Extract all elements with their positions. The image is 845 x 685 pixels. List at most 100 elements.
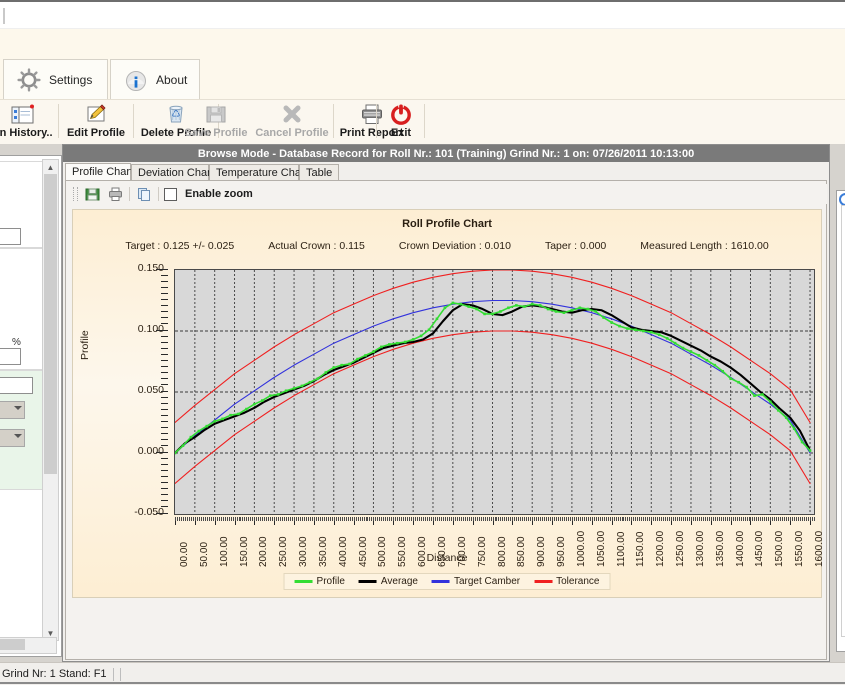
left-panel-horizontal-scrollbar[interactable] (0, 637, 57, 654)
x-axis-minor-tick (366, 517, 367, 521)
x-axis-minor-tick (804, 517, 805, 521)
x-axis-minor-tick (625, 517, 626, 521)
tab-table-label: Table (306, 167, 332, 179)
x-axis-minor-tick (522, 517, 523, 521)
x-axis-minor-tick (651, 517, 652, 521)
y-axis-minor-tick (161, 415, 168, 416)
x-axis-minor-tick (683, 517, 684, 521)
tab-deviation-chart[interactable]: Deviation Chart (131, 164, 209, 181)
exit-button[interactable]: Exit (378, 100, 424, 143)
x-axis-minor-tick (308, 517, 309, 521)
x-axis-minor-tick (205, 517, 206, 521)
record-window-title: Browse Mode - Database Record for Roll N… (63, 145, 829, 162)
y-axis-minor-tick (156, 513, 168, 514)
x-axis-minor-tick (401, 517, 402, 521)
y-axis-minor-tick (161, 275, 168, 276)
x-axis-minor-tick (586, 517, 587, 521)
x-axis-minor-tick (671, 517, 672, 521)
open-history-button[interactable]: en History.. (0, 100, 58, 143)
y-axis-minor-tick (161, 470, 168, 471)
x-axis-minor-tick (518, 517, 519, 521)
x-axis-minor-tick (199, 517, 200, 521)
x-axis-minor-tick (437, 517, 438, 521)
floppy-disk-icon (203, 102, 229, 126)
scroll-up-icon[interactable]: ▲ (43, 160, 58, 174)
y-axis-minor-tick (161, 391, 168, 392)
x-axis-minor-tick (292, 517, 293, 521)
print-chart-icon[interactable] (106, 185, 124, 203)
x-axis-minor-tick (415, 517, 416, 521)
x-axis-minor-tick (723, 517, 724, 521)
left-combo-1[interactable] (0, 401, 25, 419)
tab-table[interactable]: Table (299, 164, 339, 181)
x-axis-minor-tick (627, 517, 628, 521)
ribbon-tab-about[interactable]: About (110, 59, 200, 99)
x-axis-minor-tick (614, 517, 615, 521)
x-axis-minor-tick (498, 517, 499, 521)
right-panel-group (841, 205, 845, 637)
x-axis-minor-tick (510, 517, 511, 521)
tab-profile-chart[interactable]: Profile Chart (65, 163, 131, 181)
x-axis-minor-tick (502, 517, 503, 521)
x-axis-minor-tick (322, 517, 323, 521)
x-axis-minor-tick (191, 517, 192, 521)
x-axis-minor-tick (348, 517, 349, 521)
y-axis-minor-tick (161, 323, 168, 324)
x-axis-minor-tick (235, 517, 236, 521)
legend-label: Tolerance (556, 576, 599, 587)
y-axis-minor-tick (161, 403, 168, 404)
tab-temperature-chart[interactable]: Temperature Chart (209, 164, 299, 181)
x-axis-minor-tick (231, 517, 232, 521)
x-axis-minor-tick (324, 517, 325, 521)
x-axis-minor-tick (397, 517, 398, 521)
ribbon-tab-settings[interactable]: Settings (3, 59, 108, 99)
x-axis-minor-tick (491, 517, 492, 521)
x-axis-minor-tick (332, 517, 333, 521)
x-axis-minor-tick (814, 517, 815, 521)
tab-deviation-chart-label: Deviation Chart (138, 167, 214, 179)
x-axis-minor-tick (653, 517, 654, 521)
left-input-2[interactable] (0, 348, 21, 365)
scroll-thumb[interactable] (0, 639, 25, 650)
x-axis-minor-tick (423, 517, 424, 521)
toolbar-grip[interactable] (73, 187, 78, 201)
x-axis-minor-tick (411, 517, 412, 521)
x-axis-minor-tick (451, 517, 452, 521)
y-axis-minor-tick (161, 336, 168, 337)
left-percent-label: % (12, 337, 21, 348)
x-axis-minor-tick (256, 517, 257, 521)
x-axis-minor-tick (500, 517, 501, 521)
y-axis-minor-tick (161, 476, 168, 477)
y-axis-minor-tick (156, 452, 168, 453)
y-axis-minor-tick (161, 397, 168, 398)
left-combo-2[interactable] (0, 429, 25, 447)
copy-chart-icon[interactable] (135, 185, 153, 203)
save-chart-icon[interactable] (83, 185, 101, 203)
x-axis-minor-tick (731, 517, 732, 521)
edit-profile-button[interactable]: Edit Profile (60, 100, 132, 143)
x-axis-minor-tick (367, 517, 368, 521)
x-axis-minor-tick (441, 517, 442, 521)
x-axis-minor-tick (223, 517, 224, 521)
x-axis-minor-tick (568, 517, 569, 521)
x-axis-minor-tick (179, 517, 180, 521)
x-axis-minor-tick (623, 517, 624, 521)
legend-item: Profile (295, 576, 345, 587)
x-axis-minor-tick (356, 517, 357, 521)
left-panel-vertical-scrollbar[interactable]: ▲ ▼ (42, 159, 59, 641)
command-separator (133, 104, 134, 138)
left-datetime-field[interactable]: :13:00 (0, 377, 33, 394)
pencil-icon (83, 102, 109, 126)
enable-zoom-checkbox[interactable] (164, 188, 177, 201)
x-axis-minor-tick (661, 517, 662, 521)
x-axis-minor-tick (675, 517, 676, 521)
scroll-thumb[interactable] (44, 174, 57, 474)
x-axis-minor-tick (425, 517, 426, 521)
x-axis-minor-tick (429, 517, 430, 521)
left-input-1[interactable] (0, 228, 21, 245)
chart-plot-area (174, 269, 815, 515)
x-axis-minor-tick (576, 517, 577, 521)
x-axis-minor-tick (248, 517, 249, 521)
x-axis-minor-tick (419, 517, 420, 521)
x-axis-minor-tick (203, 517, 204, 521)
